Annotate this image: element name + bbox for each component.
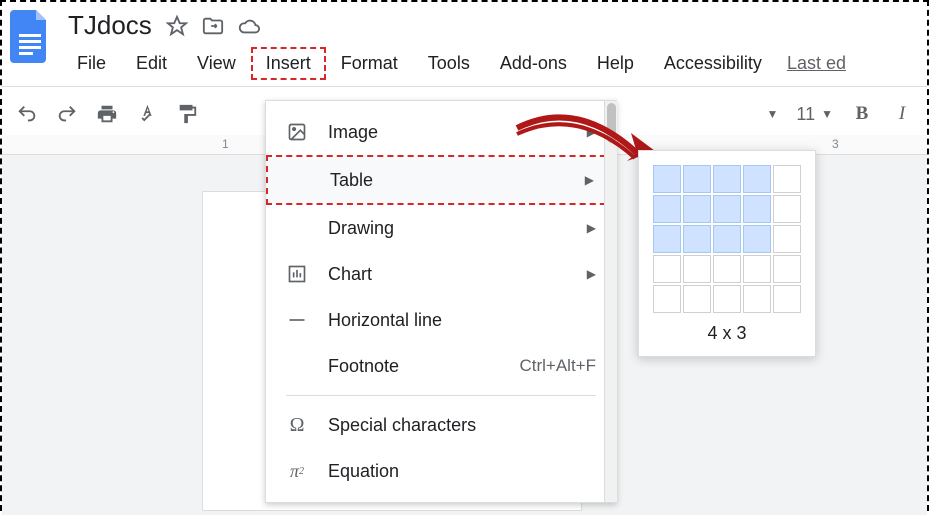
table-cell[interactable] bbox=[773, 225, 801, 253]
styles-dropdown[interactable]: ▼ bbox=[767, 107, 779, 121]
insert-horizontal-line[interactable]: Horizontal line bbox=[266, 297, 616, 343]
table-size-label: 4 x 3 bbox=[653, 323, 801, 344]
spellcheck-icon[interactable] bbox=[136, 103, 158, 125]
pi-squared-icon: π2 bbox=[286, 460, 308, 482]
menu-format[interactable]: Format bbox=[326, 47, 413, 80]
undo-icon[interactable] bbox=[16, 103, 38, 125]
docs-logo-icon bbox=[10, 10, 50, 63]
scroll-thumb[interactable] bbox=[607, 103, 616, 143]
table-cell[interactable] bbox=[713, 255, 741, 283]
chevron-right-icon: ▶ bbox=[587, 125, 596, 139]
insert-hline-label: Horizontal line bbox=[328, 310, 596, 331]
insert-chart-label: Chart bbox=[328, 264, 567, 285]
table-cell[interactable] bbox=[743, 165, 771, 193]
menu-tools[interactable]: Tools bbox=[413, 47, 485, 80]
insert-footnote-label: Footnote bbox=[328, 356, 499, 377]
insert-table-label: Table bbox=[330, 170, 565, 191]
ruler-mark-1: 1 bbox=[222, 137, 229, 151]
menu-file[interactable]: File bbox=[62, 47, 121, 80]
table-cell[interactable] bbox=[683, 225, 711, 253]
table-cell[interactable] bbox=[683, 285, 711, 313]
table-size-picker: 4 x 3 bbox=[638, 150, 816, 357]
table-cell[interactable] bbox=[773, 255, 801, 283]
paint-format-icon[interactable] bbox=[176, 103, 198, 125]
font-size-value: 11 bbox=[796, 104, 815, 125]
menu-view[interactable]: View bbox=[182, 47, 251, 80]
menu-separator bbox=[286, 395, 596, 396]
table-cell[interactable] bbox=[713, 195, 741, 223]
table-cell[interactable] bbox=[773, 165, 801, 193]
table-cell[interactable] bbox=[743, 195, 771, 223]
table-cell[interactable] bbox=[683, 165, 711, 193]
table-cell[interactable] bbox=[653, 255, 681, 283]
table-cell[interactable] bbox=[773, 195, 801, 223]
last-edit-link[interactable]: Last ed bbox=[787, 53, 846, 74]
font-size-dropdown[interactable]: 11 ▼ bbox=[796, 104, 833, 125]
image-icon bbox=[286, 121, 308, 143]
table-cell[interactable] bbox=[653, 195, 681, 223]
insert-equation-label: Equation bbox=[328, 461, 596, 482]
star-icon[interactable] bbox=[166, 15, 188, 37]
menu-accessibility[interactable]: Accessibility bbox=[649, 47, 777, 80]
table-cell[interactable] bbox=[713, 225, 741, 253]
insert-menu-dropdown: Image ▶ Table ▶ Drawing ▶ Chart ▶ Horizo… bbox=[265, 100, 617, 503]
omega-icon: Ω bbox=[286, 414, 308, 436]
table-cell[interactable] bbox=[713, 165, 741, 193]
footnote-shortcut: Ctrl+Alt+F bbox=[519, 356, 596, 376]
insert-equation[interactable]: π2 Equation bbox=[266, 448, 616, 494]
divider bbox=[2, 86, 927, 87]
insert-special-characters[interactable]: Ω Special characters bbox=[266, 402, 616, 448]
insert-chart[interactable]: Chart ▶ bbox=[266, 251, 616, 297]
table-cell[interactable] bbox=[713, 285, 741, 313]
table-cell[interactable] bbox=[683, 255, 711, 283]
table-cell[interactable] bbox=[773, 285, 801, 313]
menu-insert[interactable]: Insert bbox=[251, 47, 326, 80]
print-icon[interactable] bbox=[96, 103, 118, 125]
chevron-right-icon: ▶ bbox=[585, 173, 594, 187]
insert-image-label: Image bbox=[328, 122, 567, 143]
insert-table[interactable]: Table ▶ bbox=[266, 155, 616, 205]
menu-edit[interactable]: Edit bbox=[121, 47, 182, 80]
italic-button[interactable]: I bbox=[891, 103, 913, 125]
table-cell[interactable] bbox=[653, 165, 681, 193]
insert-drawing-label: Drawing bbox=[328, 218, 567, 239]
chart-icon bbox=[286, 263, 308, 285]
document-title[interactable]: TJdocs bbox=[68, 10, 152, 41]
table-cell[interactable] bbox=[743, 255, 771, 283]
chevron-right-icon: ▶ bbox=[587, 221, 596, 235]
ruler-mark-3: 3 bbox=[832, 137, 839, 151]
menu-scrollbar[interactable] bbox=[604, 101, 617, 502]
insert-footnote[interactable]: Footnote Ctrl+Alt+F bbox=[266, 343, 616, 389]
bold-button[interactable]: B bbox=[851, 103, 873, 125]
menu-help[interactable]: Help bbox=[582, 47, 649, 80]
menu-addons[interactable]: Add-ons bbox=[485, 47, 582, 80]
table-cell[interactable] bbox=[743, 285, 771, 313]
table-cell[interactable] bbox=[743, 225, 771, 253]
insert-special-label: Special characters bbox=[328, 415, 596, 436]
redo-icon[interactable] bbox=[56, 103, 78, 125]
chevron-right-icon: ▶ bbox=[587, 267, 596, 281]
insert-image[interactable]: Image ▶ bbox=[266, 109, 616, 155]
move-to-folder-icon[interactable] bbox=[202, 15, 224, 37]
cloud-status-icon[interactable] bbox=[238, 15, 260, 37]
menubar: File Edit View Insert Format Tools Add-o… bbox=[62, 47, 919, 80]
horizontal-line-icon bbox=[286, 309, 308, 331]
insert-drawing[interactable]: Drawing ▶ bbox=[266, 205, 616, 251]
table-grid[interactable] bbox=[653, 165, 801, 313]
table-cell[interactable] bbox=[683, 195, 711, 223]
table-cell[interactable] bbox=[653, 285, 681, 313]
table-cell[interactable] bbox=[653, 225, 681, 253]
